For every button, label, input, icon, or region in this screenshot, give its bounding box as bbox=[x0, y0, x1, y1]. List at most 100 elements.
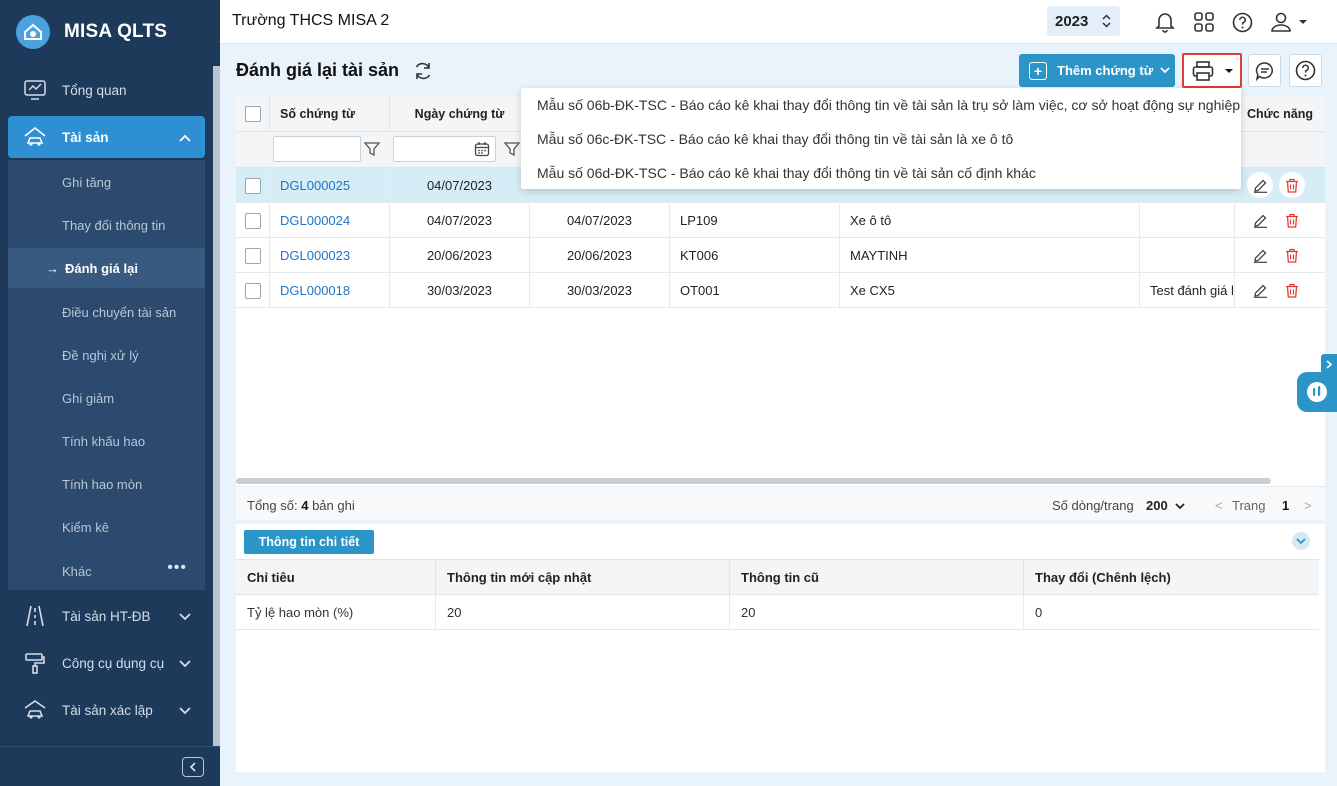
voucher-no-cell[interactable]: DGL000024 bbox=[270, 203, 390, 238]
calendar-icon[interactable] bbox=[474, 141, 490, 157]
voucher-no-cell[interactable]: DGL000023 bbox=[270, 238, 390, 273]
filter-icon[interactable] bbox=[503, 141, 521, 160]
support-chat-button[interactable] bbox=[1297, 372, 1337, 412]
comment-button[interactable] bbox=[1248, 54, 1281, 87]
sidebar-subitem-khac[interactable]: Khác ••• bbox=[8, 551, 205, 591]
paint-roller-icon bbox=[22, 652, 48, 674]
refresh-icon[interactable] bbox=[413, 61, 433, 84]
sidebar-subitem-ghi-tang[interactable]: Ghi tăng bbox=[8, 162, 205, 202]
car-house-icon bbox=[22, 699, 48, 721]
detail-old-value-cell: 20 bbox=[730, 595, 1024, 630]
printer-icon bbox=[1192, 60, 1214, 81]
sidebar-subitem-de-nghi-xu-ly[interactable]: Đề nghị xử lý bbox=[8, 335, 205, 375]
column-header-voucher-no[interactable]: Số chứng từ bbox=[270, 96, 390, 132]
edit-icon[interactable] bbox=[1247, 207, 1273, 233]
select-all-checkbox[interactable] bbox=[244, 106, 261, 122]
more-icon[interactable]: ••• bbox=[167, 559, 187, 577]
column-header-voucher-date[interactable]: Ngày chứng từ bbox=[390, 96, 530, 132]
menu-item-06b[interactable]: Mẫu số 06b-ĐK-TSC - Báo cáo kê khai thay… bbox=[537, 97, 1240, 117]
tab-detail-info[interactable]: Thông tin chi tiết bbox=[244, 530, 374, 554]
menu-item-06d[interactable]: Mẫu số 06d-ĐK-TSC - Báo cáo kê khai thay… bbox=[537, 165, 1036, 185]
sidebar-item-cong-cu[interactable]: Công cụ dụng cụ bbox=[8, 642, 205, 684]
sidebar-subitem-label: Ghi tăng bbox=[62, 174, 112, 190]
page-help-button[interactable] bbox=[1289, 54, 1322, 87]
record-date-cell: 04/07/2023 bbox=[530, 203, 670, 238]
sidebar-subitem-danh-gia-lai[interactable]: → Đánh giá lại bbox=[8, 248, 205, 288]
note-cell bbox=[1140, 238, 1235, 273]
menu-item-06c[interactable]: Mẫu số 06c-ĐK-TSC - Báo cáo kê khai thay… bbox=[537, 131, 1013, 151]
table-row[interactable]: DGL000018 30/03/2023 30/03/2023 OT001 Xe… bbox=[236, 273, 1325, 308]
sidebar-logo[interactable]: MISA QLTS bbox=[0, 0, 220, 64]
filter-icon[interactable] bbox=[363, 141, 381, 160]
sidebar-subitem-thay-doi-thong-tin[interactable]: Thay đổi thông tin bbox=[8, 205, 205, 245]
detail-criteria-cell: Tỷ lệ hao mòn (%) bbox=[236, 595, 436, 630]
year-value: 2023 bbox=[1055, 12, 1089, 30]
bell-icon[interactable] bbox=[1154, 11, 1176, 33]
sidebar-item-tai-san-xac-lap[interactable]: Tài sản xác lập bbox=[8, 689, 205, 731]
current-page: 1 bbox=[1282, 498, 1290, 513]
spinner-icon bbox=[1102, 14, 1111, 32]
voucher-no-cell[interactable]: DGL000018 bbox=[270, 273, 390, 308]
row-checkbox[interactable] bbox=[244, 247, 261, 264]
sidebar-item-label: Tài sản xác lập bbox=[62, 702, 153, 718]
rows-per-page-value: 200 bbox=[1146, 498, 1168, 513]
sidebar-subitem-tinh-khau-hao[interactable]: Tính khấu hao bbox=[8, 421, 205, 461]
edit-icon[interactable] bbox=[1247, 277, 1273, 303]
note-cell: Test đánh giá l bbox=[1140, 273, 1235, 308]
edit-icon[interactable] bbox=[1247, 242, 1273, 268]
delete-icon[interactable] bbox=[1279, 242, 1305, 268]
caret-down-icon bbox=[1225, 68, 1233, 73]
expand-right-panel-button[interactable] bbox=[1321, 354, 1337, 374]
sidebar-subitem-ghi-giam[interactable]: Ghi giảm bbox=[8, 378, 205, 418]
sidebar-subitem-label: Tính hao mòn bbox=[62, 476, 143, 492]
sidebar-scrollbar[interactable] bbox=[213, 66, 220, 746]
sidebar-item-ht-db[interactable]: Tài sản HT-ĐB bbox=[8, 595, 205, 637]
sidebar-subitem-kiem-ke[interactable]: Kiểm kê bbox=[8, 507, 205, 547]
print-button[interactable] bbox=[1182, 53, 1242, 88]
sidebar-subitem-label: Đề nghị xử lý bbox=[62, 347, 139, 363]
table-row[interactable]: DGL000023 20/06/2023 20/06/2023 KT006 MA… bbox=[236, 238, 1325, 273]
sidebar-item-overview[interactable]: Tổng quan bbox=[8, 69, 205, 111]
detail-column-old-info: Thông tin cũ bbox=[730, 559, 1024, 595]
prev-page-button[interactable]: < bbox=[1215, 498, 1223, 513]
app-brand: MISA QLTS bbox=[64, 21, 168, 42]
horizontal-scrollbar[interactable] bbox=[236, 478, 1271, 484]
year-selector[interactable]: 2023 bbox=[1047, 6, 1120, 36]
row-checkbox[interactable] bbox=[244, 177, 261, 194]
collapse-sidebar-button[interactable] bbox=[182, 757, 204, 777]
page-title: Đánh giá lại tài sản bbox=[236, 60, 400, 80]
user-icon bbox=[1271, 12, 1291, 32]
delete-icon[interactable] bbox=[1279, 207, 1305, 233]
voucher-no-cell[interactable]: DGL000025 bbox=[270, 168, 390, 203]
sidebar-item-assets[interactable]: Tài sản bbox=[8, 116, 205, 158]
delete-icon[interactable] bbox=[1279, 277, 1305, 303]
row-checkbox[interactable] bbox=[244, 212, 261, 229]
collapse-detail-button[interactable] bbox=[1292, 532, 1310, 550]
sidebar-subitem-tinh-hao-mon[interactable]: Tính hao mòn bbox=[8, 464, 205, 504]
house-car-icon bbox=[22, 126, 48, 148]
asset-name-cell: Xe ô tô bbox=[840, 203, 1140, 238]
sidebar-subitem-label: Tính khấu hao bbox=[62, 433, 146, 449]
help-icon[interactable] bbox=[1231, 11, 1253, 33]
edit-icon[interactable] bbox=[1247, 172, 1273, 198]
apps-grid-icon[interactable] bbox=[1193, 11, 1215, 33]
voucher-date-filter-input[interactable] bbox=[393, 136, 496, 162]
comment-icon bbox=[1255, 61, 1273, 81]
row-checkbox[interactable] bbox=[244, 282, 261, 299]
next-page-button[interactable]: > bbox=[1304, 498, 1312, 513]
voucher-date-cell: 20/06/2023 bbox=[390, 238, 530, 273]
table-row[interactable]: DGL000024 04/07/2023 04/07/2023 LP109 Xe… bbox=[236, 203, 1325, 238]
total-count: 4 bbox=[301, 498, 309, 513]
sidebar-subitem-dieu-chuyen[interactable]: Điều chuyển tài sản bbox=[8, 292, 205, 332]
sidebar-item-label: Tài sản bbox=[62, 129, 109, 145]
delete-icon[interactable] bbox=[1279, 172, 1305, 198]
rows-per-page-select[interactable]: 200 bbox=[1146, 498, 1185, 513]
sidebar-subitem-label: Ghi giảm bbox=[62, 390, 115, 406]
user-menu[interactable] bbox=[1269, 11, 1309, 33]
voucher-no-filter-input[interactable] bbox=[273, 136, 361, 162]
add-voucher-label: Thêm chứng từ bbox=[1057, 63, 1154, 78]
asset-code-cell: LP109 bbox=[670, 203, 840, 238]
add-voucher-button[interactable]: + Thêm chứng từ bbox=[1019, 54, 1175, 87]
total-suffix: bản ghi bbox=[312, 498, 355, 513]
top-header: Trường THCS MISA 2 2023 bbox=[220, 0, 1337, 44]
